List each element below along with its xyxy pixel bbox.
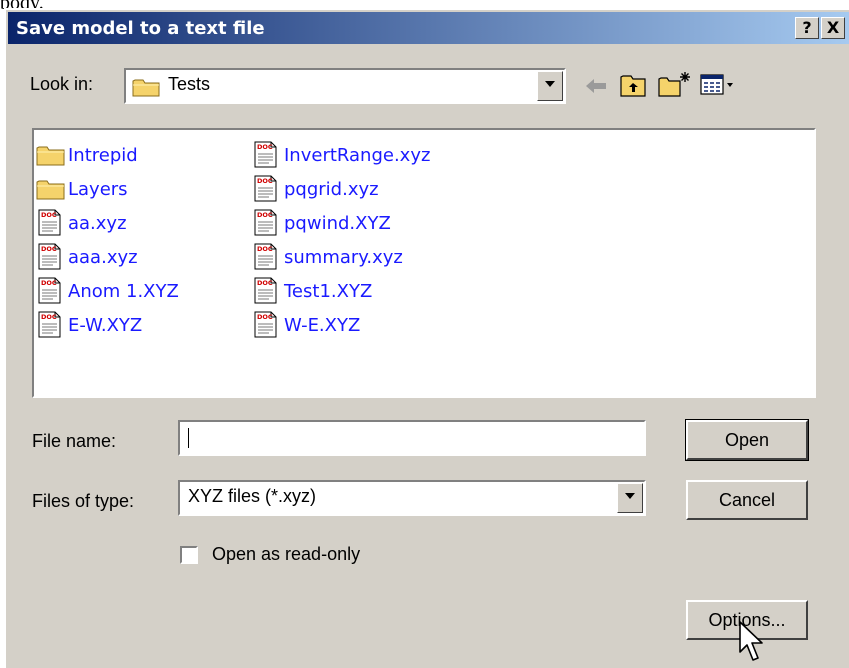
read-only-label[interactable]: Open as read-only bbox=[212, 544, 360, 565]
save-dialog: Save model to a text file ? X Look in: T… bbox=[4, 8, 849, 668]
chevron-down-icon bbox=[545, 81, 555, 87]
file-name-text: aa.xyz bbox=[68, 212, 127, 234]
file-name-text: pqwind.XYZ bbox=[284, 212, 391, 234]
document-icon: DOC bbox=[252, 277, 284, 305]
back-arrow-icon[interactable] bbox=[584, 76, 608, 100]
title-bar[interactable]: Save model to a text file ? X bbox=[8, 12, 849, 44]
svg-text:DOC: DOC bbox=[41, 211, 57, 219]
document-icon: DOC bbox=[36, 277, 68, 305]
file-item[interactable]: DOC pqgrid.xyz bbox=[252, 174, 379, 204]
cancel-button[interactable]: Cancel bbox=[686, 480, 808, 520]
document-icon: DOC bbox=[252, 311, 284, 339]
file-item[interactable]: DOC E-W.XYZ bbox=[36, 310, 142, 340]
file-list[interactable]: Intrepid Layers DOC aa.xyz DOC aaa.xyz DOC Anom… bbox=[32, 128, 816, 398]
look-in-value: Tests bbox=[168, 74, 211, 94]
document-icon: DOC bbox=[36, 311, 68, 339]
svg-text:DOC: DOC bbox=[257, 245, 273, 253]
file-name-text: Anom 1.XYZ bbox=[68, 280, 179, 302]
file-name-text: InvertRange.xyz bbox=[284, 144, 431, 166]
create-new-folder-icon[interactable] bbox=[658, 70, 692, 102]
document-icon: DOC bbox=[36, 243, 68, 271]
folder-item[interactable]: Intrepid bbox=[36, 140, 138, 170]
file-name-label: File name: bbox=[32, 431, 117, 451]
svg-text:DOC: DOC bbox=[41, 279, 57, 287]
files-of-type-dropdown-button[interactable] bbox=[617, 483, 643, 513]
view-menu-icon[interactable] bbox=[700, 74, 736, 100]
file-item[interactable]: DOC aaa.xyz bbox=[36, 242, 138, 272]
svg-text:DOC: DOC bbox=[41, 245, 57, 253]
files-of-type-dropdown[interactable]: XYZ files (*.xyz) bbox=[178, 480, 646, 516]
file-item[interactable]: DOC W-E.XYZ bbox=[252, 310, 360, 340]
files-of-type-label: Files of type: bbox=[32, 491, 135, 511]
document-icon: DOC bbox=[252, 209, 284, 237]
file-name-text: E-W.XYZ bbox=[68, 314, 143, 336]
file-item[interactable]: DOC InvertRange.xyz bbox=[252, 140, 430, 170]
svg-text:DOC: DOC bbox=[257, 279, 273, 287]
file-name-text: W-E.XYZ bbox=[284, 314, 361, 336]
document-icon: DOC bbox=[252, 175, 284, 203]
files-of-type-value: XYZ files (*.xyz) bbox=[188, 486, 317, 506]
help-button[interactable]: ? bbox=[795, 17, 819, 39]
document-icon: DOC bbox=[36, 209, 68, 237]
mouse-pointer-icon bbox=[738, 620, 768, 668]
svg-text:DOC: DOC bbox=[257, 313, 273, 321]
file-item[interactable]: DOC pqwind.XYZ bbox=[252, 208, 391, 238]
svg-text:DOC: DOC bbox=[257, 143, 273, 151]
text-caret bbox=[188, 428, 189, 448]
file-name-input[interactable] bbox=[178, 420, 646, 456]
file-name-text: aaa.xyz bbox=[68, 246, 138, 268]
file-name-text: Layers bbox=[68, 178, 128, 200]
folder-icon bbox=[36, 143, 68, 167]
look-in-dropdown-button[interactable] bbox=[537, 71, 563, 101]
folder-icon bbox=[132, 77, 162, 101]
chevron-down-icon bbox=[625, 493, 635, 499]
folder-icon bbox=[36, 177, 68, 201]
up-one-level-icon[interactable] bbox=[620, 72, 648, 102]
file-item[interactable]: DOC summary.xyz bbox=[252, 242, 403, 272]
svg-text:DOC: DOC bbox=[41, 313, 57, 321]
svg-text:DOC: DOC bbox=[257, 211, 273, 219]
file-name-text: summary.xyz bbox=[284, 246, 403, 268]
svg-text:DOC: DOC bbox=[257, 177, 273, 185]
file-name-text: Test1.XYZ bbox=[284, 280, 373, 302]
look-in-dropdown[interactable]: Tests bbox=[124, 68, 566, 104]
folder-item[interactable]: Layers bbox=[36, 174, 128, 204]
file-item[interactable]: DOC Test1.XYZ bbox=[252, 276, 372, 306]
document-icon: DOC bbox=[252, 243, 284, 271]
file-item[interactable]: DOC aa.xyz bbox=[36, 208, 127, 238]
document-icon: DOC bbox=[252, 141, 284, 169]
file-item[interactable]: DOC Anom 1.XYZ bbox=[36, 276, 179, 306]
close-button[interactable]: X bbox=[821, 17, 845, 39]
look-in-label: Look in: bbox=[30, 74, 94, 94]
window-title: Save model to a text file bbox=[16, 18, 265, 39]
file-name-text: Intrepid bbox=[68, 144, 138, 166]
read-only-checkbox[interactable] bbox=[180, 546, 198, 564]
open-button[interactable]: Open bbox=[685, 419, 809, 461]
file-name-text: pqgrid.xyz bbox=[284, 178, 379, 200]
